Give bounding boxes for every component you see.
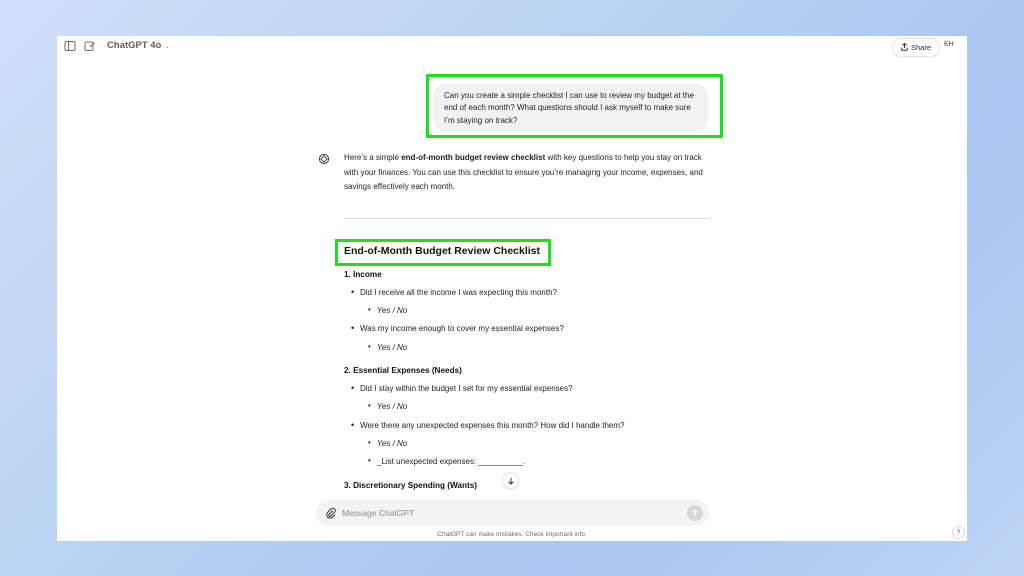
paperclip-icon[interactable]	[324, 506, 338, 520]
chatgpt-logo-icon	[318, 152, 330, 165]
divider	[344, 218, 709, 219]
disclaimer-text: ChatGPT can make mistakes. Check importa…	[437, 531, 587, 538]
message-composer	[316, 500, 709, 526]
section-heading-income: 1. Income	[344, 270, 382, 279]
chevron-down-icon: ⌄	[164, 42, 171, 50]
share-label: Share	[910, 43, 931, 52]
new-chat-icon[interactable]	[84, 40, 96, 52]
list-subitem: Yes / No	[368, 342, 407, 352]
list-item: Were there any unexpected expenses this …	[351, 420, 624, 430]
share-icon	[901, 42, 908, 53]
list-subitem: Yes / No	[368, 438, 407, 448]
list-subitem: Yes / No	[368, 401, 407, 411]
intro-text-start: Here’s a simple	[344, 153, 402, 162]
scroll-down-button[interactable]	[502, 472, 519, 489]
list-subitem: Yes / No	[368, 305, 407, 315]
model-selector[interactable]: ChatGPT 4o ⌄	[107, 40, 170, 51]
share-button[interactable]: Share	[892, 38, 940, 57]
help-button[interactable]: ?	[952, 526, 965, 539]
list-item: Did I receive all the income I was expec…	[351, 287, 557, 297]
intro-text-bold: end-of-month budget review checklist	[401, 153, 546, 162]
list-subitem: _List unexpected expenses: __________.	[368, 456, 525, 466]
highlight-box-title	[335, 239, 551, 266]
arrow-down-icon	[507, 472, 515, 490]
chat-window: ChatGPT 4o ⌄ Share KH Can you create a s…	[57, 36, 967, 541]
model-name: ChatGPT 4o	[107, 40, 162, 51]
message-input[interactable]	[342, 506, 662, 520]
arrow-up-icon	[691, 504, 699, 522]
sidebar-toggle-icon[interactable]	[64, 40, 76, 52]
section-heading-essential-expenses: 2. Essential Expenses (Needs)	[344, 366, 462, 375]
send-button[interactable]	[687, 505, 703, 521]
assistant-intro: Here’s a simple end-of-month budget revi…	[344, 151, 714, 195]
highlight-box-user-message	[426, 74, 723, 138]
list-item: Did I stay within the budget I set for m…	[351, 383, 573, 393]
section-heading-discretionary-spending: 3. Discretionary Spending (Wants)	[344, 481, 477, 490]
avatar[interactable]: KH	[944, 41, 954, 48]
list-item: Was my income enough to cover my essenti…	[351, 323, 564, 333]
